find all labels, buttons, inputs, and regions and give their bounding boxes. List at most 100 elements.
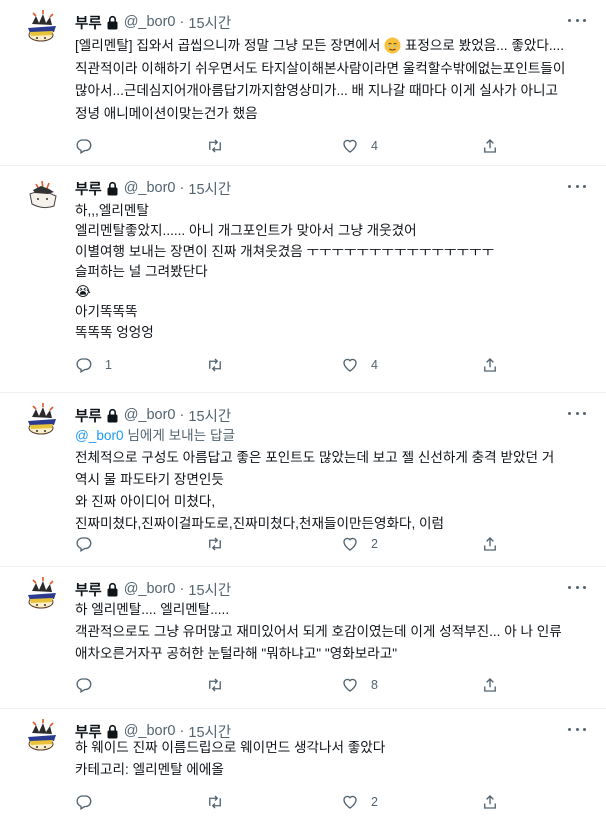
display-name[interactable]: 부루 <box>75 12 102 33</box>
tweet-text-line: 카테고리: 엘리멘탈 에에올 <box>75 762 224 777</box>
like-count: 4 <box>371 358 378 372</box>
retweet-icon <box>209 537 221 551</box>
more-options-icon[interactable] <box>568 14 586 26</box>
retweet-icon <box>209 358 221 372</box>
avatar[interactable] <box>22 575 64 617</box>
reply-button[interactable] <box>75 535 93 553</box>
tweet-actions: 1 4 <box>75 355 515 375</box>
separator: · <box>175 407 189 423</box>
avatar[interactable] <box>22 8 64 50</box>
tweet-text: [엘리멘탈] 집와서 곱씹으니까 정말 그냥 모든 장면에서 표정으로 봤었음.… <box>75 35 597 125</box>
tweet-text-line: 표정으로 봤었음... 좋았다.... <box>401 38 564 53</box>
retweet-button[interactable] <box>205 793 225 811</box>
timestamp[interactable]: 15시간 <box>188 178 231 199</box>
lock-icon <box>106 15 119 30</box>
loudly-crying-emoji-icon: 😭 <box>75 284 91 301</box>
lock-icon <box>106 582 119 597</box>
like-count: 8 <box>371 678 378 692</box>
tweet-5[interactable]: 부루 @_bor0 · 15시간 하 웨이드 진짜 이름드립으로 웨이먼드 생각… <box>0 709 606 823</box>
handle[interactable]: @_bor0 <box>124 407 176 423</box>
tweet-text-line: 정녕 애니메이션이맞는건가 했음 <box>75 105 258 121</box>
share-icon <box>484 358 496 372</box>
like-button[interactable]: 4 <box>341 356 378 374</box>
reply-button[interactable] <box>75 676 93 694</box>
tweet-text-line: 와 진짜 아이디어 미쳤다, <box>75 494 216 509</box>
lock-icon <box>106 181 119 196</box>
reply-count: 1 <box>105 358 112 372</box>
separator: · <box>175 581 189 597</box>
tweet-text-line: 하,,,엘리멘탈 <box>75 203 149 218</box>
reply-icon <box>76 537 92 552</box>
avatar[interactable] <box>22 717 64 759</box>
timestamp[interactable]: 15시간 <box>188 12 231 33</box>
avatar[interactable] <box>22 401 64 443</box>
timestamp[interactable]: 15시간 <box>188 405 231 426</box>
reply-icon <box>76 358 92 373</box>
like-button[interactable]: 2 <box>341 535 378 553</box>
retweet-button[interactable] <box>205 137 225 155</box>
reply-button[interactable]: 1 <box>75 356 112 374</box>
more-options-icon[interactable] <box>568 180 586 192</box>
reply-icon <box>76 139 92 154</box>
tweet-text-line: 전체적으로 구성도 아름답고 좋은 포인트도 많았는데 보고 젤 신선하게 충격… <box>75 450 555 465</box>
share-button[interactable] <box>481 676 499 694</box>
tweet-text-line: 엘리멘탈좋았지...... 아니 개그포인트가 맞아서 그냥 개웃겼어 <box>75 223 417 239</box>
share-button[interactable] <box>481 356 499 374</box>
share-button[interactable] <box>481 137 499 155</box>
display-name[interactable]: 부루 <box>75 178 102 199</box>
tweet-actions: 2 <box>75 792 515 812</box>
heart-icon <box>343 358 357 372</box>
handle[interactable]: @_bor0 <box>124 581 176 597</box>
handle[interactable]: @_bor0 <box>124 14 176 30</box>
reply-button[interactable] <box>75 137 93 155</box>
retweet-button[interactable] <box>205 676 225 694</box>
reply-button[interactable] <box>75 793 93 811</box>
tweet-2[interactable]: 부루 @_bor0 · 15시간 하,,,엘리멘탈 엘리멘탈좋았지...... … <box>0 166 606 393</box>
like-count: 2 <box>371 537 378 551</box>
tweet-text-line: 진짜미쳤다,진짜이걸파도로,진짜미쳤다,천재들이만든영화다, 이럼 <box>75 516 445 531</box>
tweet-text-line: [엘리멘탈] 집와서 곱씹으니까 정말 그냥 모든 장면에서 <box>75 38 385 53</box>
share-icon <box>484 139 496 153</box>
tweet-header: 부루 @_bor0 · 15시간 <box>75 178 231 198</box>
like-count: 4 <box>371 139 378 153</box>
retweet-icon <box>209 795 221 809</box>
like-button[interactable]: 2 <box>341 793 378 811</box>
tweet-1[interactable]: 부루 @_bor0 · 15시간 [엘리멘탈] 집와서 곱씹으니까 정말 그냥 … <box>0 0 606 166</box>
tweet-3[interactable]: 부루 @_bor0 · 15시간 @_bor0 님에게 보내는 답글 전체적으로… <box>0 393 606 567</box>
retweet-button[interactable] <box>205 356 225 374</box>
display-name[interactable]: 부루 <box>75 579 102 600</box>
display-name[interactable]: 부루 <box>75 405 102 426</box>
tweet-text-line: 이별여행 보내는 장면이 진짜 개쳐웃겼음 ㅜㅜㅜㅜㅜㅜㅜㅜㅜㅜㅜㅜㅜㅜㅜ <box>75 243 495 259</box>
more-options-icon[interactable] <box>568 723 586 735</box>
like-button[interactable]: 4 <box>341 137 378 155</box>
tweet-text-line: 똑똑똑 엉엉엉 <box>75 324 154 340</box>
tweet-text-line: 슬퍼하는 널 그려봤단다 <box>75 263 208 279</box>
reply-icon <box>76 678 92 693</box>
timestamp[interactable]: 15시간 <box>188 579 231 600</box>
heart-icon <box>343 139 357 153</box>
tweet-4[interactable]: 부루 @_bor0 · 15시간 하 엘리멘탈.... 엘리멘탈..... 객관… <box>0 567 606 709</box>
tweet-actions: 8 <box>75 675 515 695</box>
handle[interactable]: @_bor0 <box>124 180 176 196</box>
lock-icon <box>106 408 119 423</box>
tweet-text: 하 엘리멘탈.... 엘리멘탈..... 객관적으로도 그냥 유머많고 재미있어… <box>75 599 597 665</box>
like-button[interactable]: 8 <box>341 676 378 694</box>
tweet-text-line: 애차오른거자꾸 공허한 눈털라해 "뭐하냐고" "영화보라고" <box>75 646 398 661</box>
replying-to: @_bor0 님에게 보내는 답글 <box>75 425 597 447</box>
share-icon <box>484 537 496 551</box>
share-button[interactable] <box>481 535 499 553</box>
more-options-icon[interactable] <box>568 581 586 593</box>
avatar[interactable] <box>22 174 64 216</box>
tweet-text-line: 많아서...근데심지어개아름답기까지함영상미가... 배 지나갈 때마다 이게 … <box>75 83 559 98</box>
share-button[interactable] <box>481 793 499 811</box>
retweet-icon <box>209 678 221 692</box>
reply-to-label: 님에게 보내는 답글 <box>123 428 235 443</box>
tweet-actions: 4 <box>75 136 515 156</box>
more-options-icon[interactable] <box>568 407 586 419</box>
separator: · <box>175 180 189 196</box>
retweet-button[interactable] <box>205 535 225 553</box>
reply-icon <box>76 795 92 810</box>
share-icon <box>484 678 496 692</box>
heart-icon <box>343 795 357 809</box>
reply-to-mention[interactable]: @_bor0 <box>75 428 124 443</box>
